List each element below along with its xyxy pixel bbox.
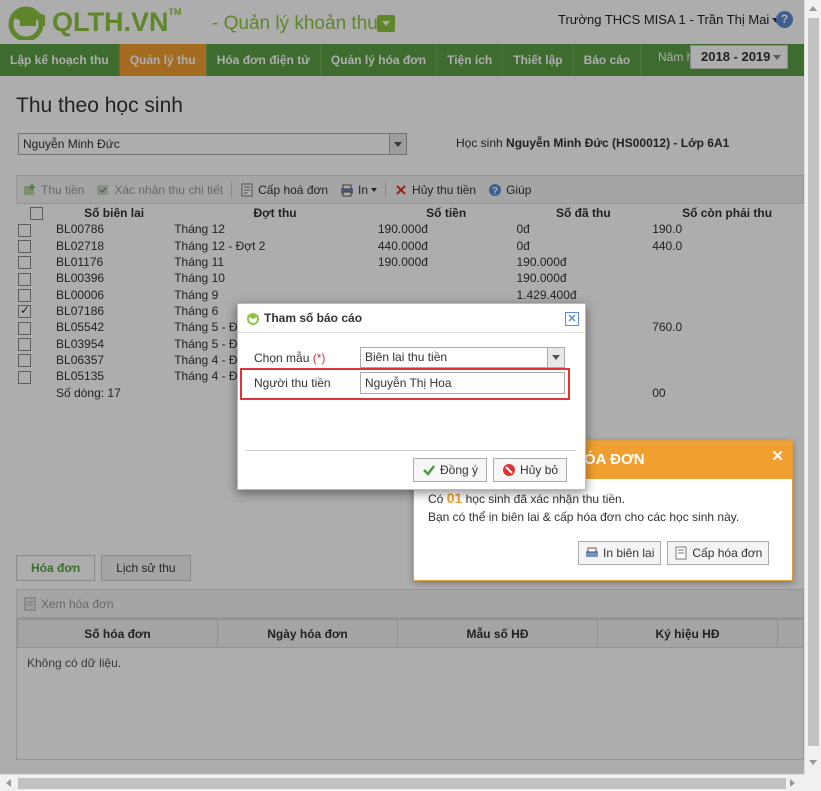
scroll-left-icon[interactable] (6, 779, 11, 787)
template-select-value: Biên lai thu tiền (365, 350, 448, 364)
scroll-corner (804, 774, 821, 791)
horizontal-scrollbar[interactable] (0, 774, 804, 791)
check-icon (423, 465, 435, 476)
scroll-up-icon[interactable] (809, 6, 817, 11)
dialog-header: Tham số báo cáo (238, 304, 585, 333)
in-bien-lai-button[interactable]: In biên lai (578, 541, 662, 565)
notice-buttons: In biên lai Cấp hóa đơn (578, 541, 775, 565)
chevron-down-icon[interactable] (547, 348, 564, 367)
ok-label: Đồng ý (440, 463, 479, 477)
cancel-circle-icon (503, 464, 516, 476)
notice-line1: học sinh đã xác nhận thu tiền. (465, 492, 626, 506)
vertical-scrollbar[interactable] (804, 0, 821, 774)
dialog-divider (246, 450, 576, 451)
notice-count: 01 (446, 490, 463, 506)
template-label-text: Chọn mẫu (254, 351, 310, 365)
cancel-button[interactable]: Hủy bỏ (493, 458, 568, 482)
notice-line2: Bạn có thể in biên lai & cấp hóa đơn cho… (428, 510, 740, 524)
template-select[interactable]: Biên lai thu tiền (360, 347, 565, 368)
cap-hoa-don-notice-label: Cấp hóa đơn (692, 546, 763, 560)
required-mark: (*) (312, 351, 326, 365)
cancel-label: Hủy bỏ (520, 463, 559, 477)
scroll-thumb[interactable] (18, 778, 786, 789)
scroll-down-icon[interactable] (809, 760, 817, 765)
scroll-right-icon[interactable] (790, 779, 795, 787)
invoice-icon (675, 546, 687, 560)
collector-label: Người thu tiền (254, 376, 331, 390)
close-icon[interactable]: ✕ (565, 312, 579, 326)
cap-hoa-don-notice-button[interactable]: Cấp hóa đơn (667, 541, 770, 565)
printer-icon (586, 547, 598, 557)
close-icon[interactable]: ✕ (771, 447, 784, 465)
notice-prefix: Có (428, 492, 444, 506)
report-params-dialog: Tham số báo cáo ✕ Chọn mẫu (*) Biên lai … (237, 303, 586, 490)
ok-button[interactable]: Đồng ý (413, 458, 488, 482)
dialog-logo-icon (247, 313, 259, 325)
collector-input[interactable]: Nguyễn Thị Hoa (360, 372, 565, 394)
dialog-title: Tham số báo cáo (264, 311, 363, 325)
template-label: Chọn mẫu (*) (254, 351, 325, 365)
scroll-thumb[interactable] (808, 18, 819, 746)
dialog-buttons: Đồng ý Hủy bỏ (413, 458, 573, 482)
in-bien-lai-label: In biên lai (603, 546, 655, 560)
